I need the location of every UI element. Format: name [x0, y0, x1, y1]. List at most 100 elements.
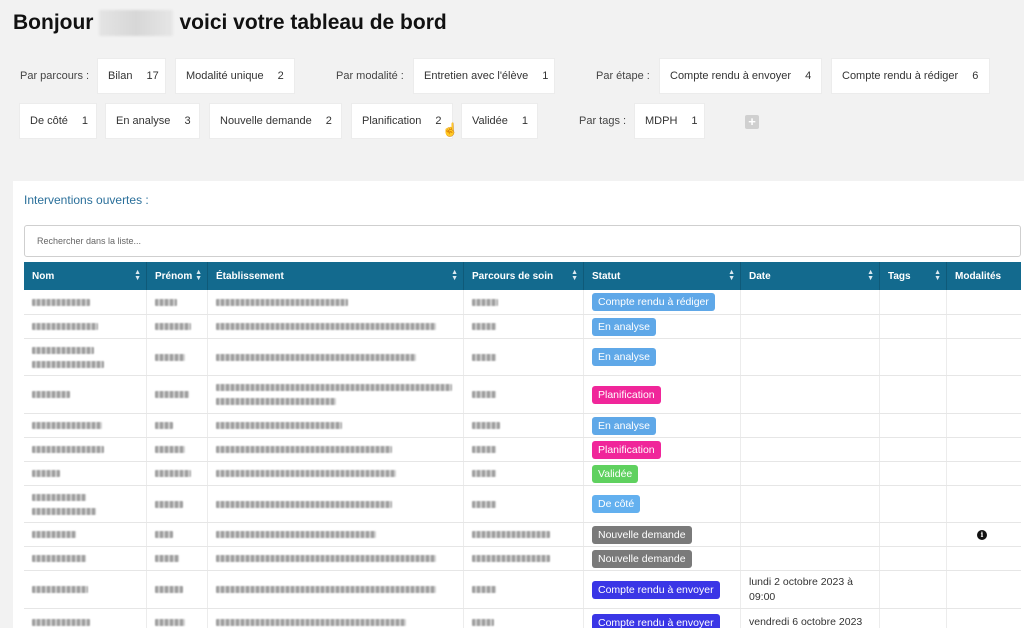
redacted-prenom	[155, 470, 191, 477]
status-badge[interactable]: En analyse	[592, 317, 656, 336]
redacted-etablissement	[216, 323, 436, 330]
column-header-date[interactable]: Date ▲ ▼	[741, 262, 880, 290]
interventions-panel: Interventions ouvertes : Nom▲▼ Prénom▲▼ …	[13, 181, 1024, 628]
dashboard-subtitle: voici votre tableau de bord	[179, 11, 447, 34]
chip-compte-rendu-envoyer[interactable]: Compte rendu à envoyer 4	[660, 59, 821, 93]
redacted-prenom	[155, 586, 183, 593]
chip-compte-rendu-rediger[interactable]: Compte rendu à rédiger 6	[832, 59, 989, 93]
status-badge[interactable]: Planification	[592, 440, 661, 459]
redacted-prenom	[155, 298, 177, 306]
redacted-parcours	[472, 555, 550, 562]
redacted-nom	[32, 531, 76, 538]
chip-de-cote[interactable]: De côté 1	[20, 104, 96, 138]
redacted-nom	[32, 619, 90, 626]
redacted-parcours	[472, 619, 494, 626]
chip-bilan[interactable]: Bilan 17	[98, 59, 165, 93]
redacted-nom	[32, 391, 70, 398]
status-badge[interactable]: Nouvelle demande	[592, 549, 692, 568]
column-header-prenom[interactable]: Prénom ▲ ▼	[147, 262, 208, 290]
filter-label-parcours: Par parcours :	[20, 70, 90, 82]
date-text: vendredi 6 octobre 2023	[749, 616, 863, 628]
sort-icon: ▲ ▼	[571, 269, 578, 282]
table-row[interactable]: Planification	[24, 376, 1021, 414]
column-header-nom[interactable]: Nom ▲ ▼	[24, 262, 147, 290]
redacted-prenom	[155, 391, 189, 398]
redacted-parcours	[472, 353, 496, 361]
redacted-etablissement	[216, 398, 336, 405]
chip-en-analyse[interactable]: En analyse 3	[106, 104, 199, 138]
filter-label-tags: Par tags :	[579, 115, 627, 127]
status-badge[interactable]: Compte rendu à envoyer	[592, 580, 720, 599]
redacted-parcours	[472, 298, 498, 306]
redacted-prenom	[155, 555, 179, 562]
redacted-etablissement	[216, 586, 436, 593]
date-text: lundi 2 octobre 2023 à 09:00	[749, 575, 853, 603]
table-body: Compte rendu à rédiger En analyse En analy…	[24, 290, 1021, 628]
table-row[interactable]: Validée	[24, 462, 1021, 486]
table-row[interactable]: En analyse	[24, 315, 1021, 339]
redacted-nom	[32, 507, 96, 515]
redacted-nom	[32, 422, 102, 429]
table-row[interactable]: Compte rendu à rédiger	[24, 290, 1021, 315]
chip-validee[interactable]: Validée 1	[462, 104, 537, 138]
redacted-etablissement	[216, 446, 392, 453]
user-name-redacted	[99, 10, 174, 36]
table-row[interactable]: En analyse	[24, 339, 1021, 376]
table-row[interactable]: De côté	[24, 486, 1021, 523]
page-title: Bonjour voici votre tableau de bord	[13, 10, 447, 36]
column-header-modalites[interactable]: Modalités	[947, 262, 1021, 290]
chip-mdph[interactable]: MDPH 1	[635, 104, 704, 138]
status-badge[interactable]: Compte rendu à rédiger	[592, 293, 715, 311]
table-row[interactable]: Planification	[24, 438, 1021, 462]
chip-modalite-unique[interactable]: Modalité unique 2	[176, 59, 294, 93]
redacted-nom	[32, 323, 98, 330]
column-header-statut[interactable]: Statut ▲ ▼	[584, 262, 741, 290]
redacted-etablissement	[216, 384, 452, 391]
redacted-etablissement	[216, 422, 342, 429]
redacted-etablissement	[216, 531, 376, 538]
table-row[interactable]: Nouvelle demande i	[24, 523, 1021, 547]
column-header-etablissement[interactable]: Établissement ▲ ▼	[208, 262, 464, 290]
redacted-prenom	[155, 500, 183, 508]
table-row[interactable]: Nouvelle demande	[24, 547, 1021, 571]
redacted-prenom	[155, 323, 191, 330]
redacted-nom	[32, 446, 104, 453]
hand-cursor-icon: ☝	[442, 122, 459, 137]
chip-entretien-eleve[interactable]: Entretien avec l'élève 1	[414, 59, 554, 93]
info-icon[interactable]: i	[977, 530, 987, 540]
redacted-parcours	[472, 586, 496, 593]
redacted-nom	[32, 360, 104, 368]
interventions-table: Nom ▲ ▼ Prénom ▲ ▼ Établissement ▲ ▼ Parcours …	[24, 262, 1021, 628]
redacted-parcours	[472, 422, 500, 429]
redacted-prenom	[155, 422, 173, 429]
redacted-nom	[32, 555, 86, 562]
table-row[interactable]: Compte rendu à envoyer vendredi 6 octobre…	[24, 609, 1021, 628]
status-badge[interactable]: Nouvelle demande	[592, 525, 692, 544]
filter-label-etape: Par étape :	[596, 70, 650, 82]
redacted-nom	[32, 470, 60, 477]
chip-planification[interactable]: Planification 2	[352, 104, 452, 138]
chip-nouvelle-demande[interactable]: Nouvelle demande 2	[210, 104, 341, 138]
status-badge[interactable]: De côté	[592, 495, 641, 513]
panel-title: Interventions ouvertes :	[24, 193, 149, 207]
column-header-parcours[interactable]: Parcours de soin ▲ ▼	[464, 262, 584, 290]
redacted-parcours	[472, 531, 550, 538]
redacted-nom	[32, 586, 88, 593]
table-header: Nom ▲ ▼ Prénom ▲ ▼ Établissement ▲ ▼ Parcours …	[24, 262, 1021, 290]
redacted-etablissement	[216, 470, 396, 477]
redacted-prenom	[155, 353, 185, 361]
status-badge[interactable]: En analyse	[592, 348, 656, 366]
status-badge[interactable]: Compte rendu à envoyer	[592, 613, 720, 628]
sort-icon: ▲ ▼	[728, 269, 735, 282]
status-badge[interactable]: Planification	[592, 385, 661, 404]
column-header-tags[interactable]: Tags ▲ ▼	[880, 262, 947, 290]
filter-label-modalite: Par modalité :	[336, 70, 404, 82]
table-row[interactable]: En analyse	[24, 414, 1021, 438]
redacted-etablissement	[216, 555, 436, 562]
search-input[interactable]	[24, 225, 1021, 257]
table-row[interactable]: Compte rendu à envoyer lundi 2 octobre 20…	[24, 571, 1021, 609]
add-tag-button[interactable]: +	[745, 115, 759, 129]
status-badge[interactable]: En analyse	[592, 416, 656, 435]
status-badge[interactable]: Validée	[592, 464, 639, 483]
sort-icon: ▲ ▼	[451, 269, 458, 282]
